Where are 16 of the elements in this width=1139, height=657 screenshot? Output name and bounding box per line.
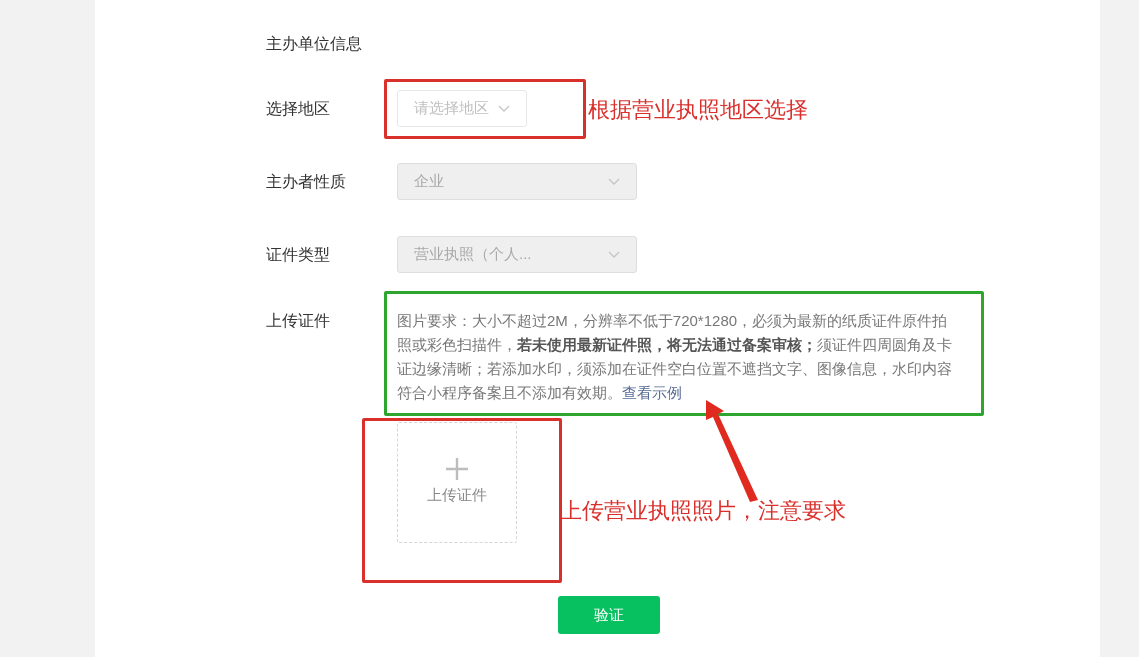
annotation-note: 上传营业执照照片，注意要求 [560, 497, 846, 525]
field-label: 选择地区 [266, 98, 331, 119]
view-example-link[interactable]: 查看示例 [622, 384, 682, 401]
chevron-down-icon [498, 105, 510, 112]
requirements-text: 图片要求：大小不超过2M，分辨率不低于720*1280，必须为最新的纸质证件原件拍照或彩色扫描件，若未使用最新证件照，将无法通过备案审核；须证件四周圆角及卡证边缘清晰；若添加水印，须添加在证件空白位置不遮挡文字、图像信息，水印内容符合小程序备案且不添加有效期。查看示例 [397, 311, 953, 403]
upload-button[interactable]: 上传证件 [397, 422, 517, 543]
section-title: 主办单位信息 [266, 34, 363, 54]
select-field[interactable]: 请选择地区 [397, 90, 527, 127]
field-label: 证件类型 [266, 244, 331, 265]
chevron-down-icon [608, 178, 620, 185]
chevron-down-icon [608, 251, 620, 258]
annotation-note: 根据营业执照地区选择 [588, 96, 808, 124]
plus-icon [446, 458, 468, 481]
field-label: 上传证件 [266, 311, 331, 331]
verify-button[interactable]: 验证 [558, 596, 660, 634]
field-label: 主办者性质 [266, 171, 347, 192]
